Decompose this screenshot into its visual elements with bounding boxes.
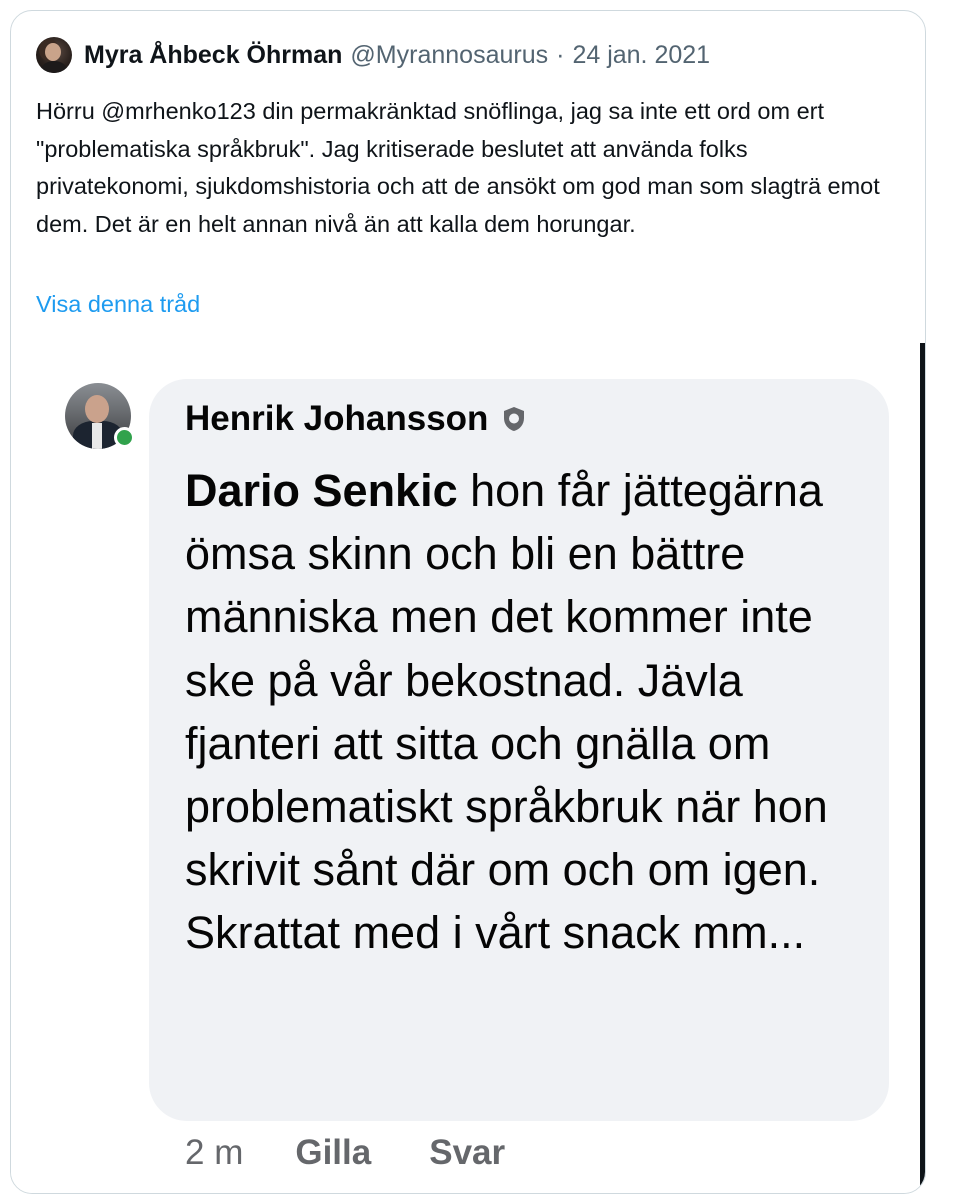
comment-mention: Dario Senkic: [185, 465, 458, 516]
comment-actions: 2 m Gilla Svar: [185, 1133, 505, 1173]
avatar-shirt: [92, 423, 102, 449]
comment-bubble: Henrik Johansson Dario Senkic hon får jä…: [149, 379, 889, 1121]
tweet-text: Hörru @mrhenko123 din permakränktad snöf…: [36, 98, 880, 237]
reply-button: Svar: [429, 1133, 506, 1172]
online-status-dot: [114, 427, 135, 448]
author-display-name[interactable]: Myra Åhbeck Öhrman: [84, 41, 342, 70]
avatar-face: [85, 395, 109, 423]
comment-body: hon får jättegärna ömsa skinn och bli en…: [185, 465, 828, 959]
tweet-card: Myra Åhbeck Öhrman @Myrannosaurus · 24 j…: [10, 10, 926, 1194]
tweet-header: Myra Åhbeck Öhrman @Myrannosaurus · 24 j…: [36, 35, 710, 75]
like-button: Gilla: [295, 1133, 372, 1172]
show-thread-link[interactable]: Visa denna tråd: [36, 287, 200, 321]
author-avatar[interactable]: [36, 37, 72, 73]
media-right-edge: [920, 343, 925, 1193]
commenter-header: Henrik Johansson: [185, 399, 528, 439]
commenter-name: Henrik Johansson: [185, 399, 489, 438]
comment-time: 2 m: [185, 1133, 244, 1172]
header-separator: ·: [556, 40, 565, 69]
tweet-media-image[interactable]: Henrik Johansson Dario Senkic hon får jä…: [11, 343, 921, 1193]
comment-text: Dario Senkic hon får jättegärna ömsa ski…: [185, 459, 875, 965]
shield-badge-icon: [504, 407, 525, 431]
tweet-date[interactable]: 24 jan. 2021: [572, 41, 710, 70]
author-handle[interactable]: @Myrannosaurus: [350, 41, 548, 70]
